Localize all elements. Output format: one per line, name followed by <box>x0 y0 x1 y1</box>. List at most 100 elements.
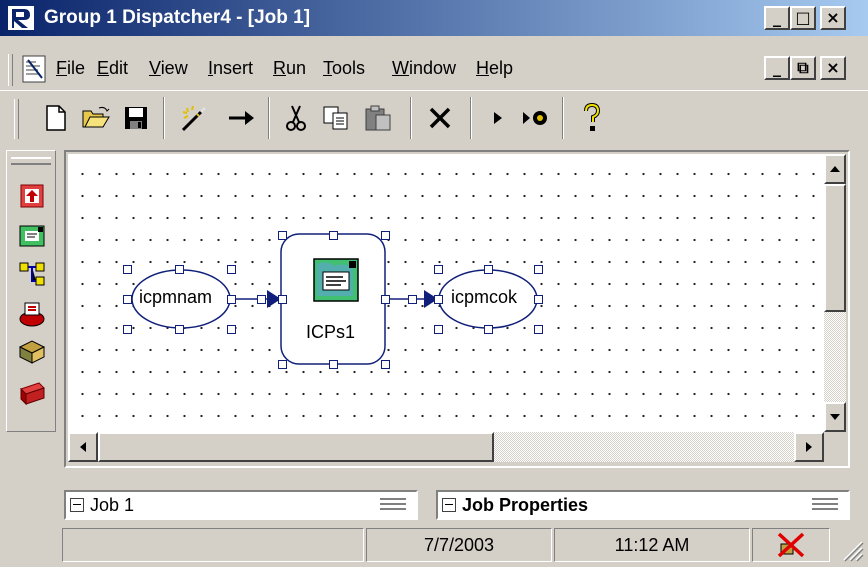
splitter-node-icon[interactable] <box>17 259 47 289</box>
selection-handle[interactable] <box>484 325 493 334</box>
paste-button[interactable] <box>360 101 396 135</box>
vertical-scroll-thumb[interactable] <box>824 184 846 312</box>
selection-handle[interactable] <box>434 325 443 334</box>
menu-edit[interactable]: Edit <box>97 58 128 79</box>
scroll-left-button[interactable] <box>68 432 98 462</box>
scroll-up-button[interactable] <box>824 154 846 184</box>
selection-handle[interactable] <box>278 231 287 240</box>
wizard-button[interactable] <box>176 101 212 135</box>
cut-button[interactable] <box>278 101 314 135</box>
resize-grip-icon[interactable] <box>840 538 864 562</box>
new-button[interactable] <box>38 101 74 135</box>
selection-handle[interactable] <box>175 325 184 334</box>
selection-handle[interactable] <box>408 295 417 304</box>
selection-handle[interactable] <box>123 295 132 304</box>
node-label-icps1[interactable]: ICPs1 <box>306 322 355 343</box>
arrow-right-icon <box>806 442 812 452</box>
selection-handle[interactable] <box>534 295 543 304</box>
selection-handle[interactable] <box>227 325 236 334</box>
minimize-button[interactable]: _ <box>764 6 790 30</box>
run-settings-button[interactable] <box>518 101 554 135</box>
close-icon: × <box>826 58 840 77</box>
selection-handle[interactable] <box>381 231 390 240</box>
selection-handle[interactable] <box>123 325 132 334</box>
selection-handle[interactable] <box>534 325 543 334</box>
help-button[interactable] <box>574 101 610 135</box>
app-logo-icon <box>8 6 34 30</box>
collapse-icon[interactable] <box>442 498 456 512</box>
copy-button[interactable] <box>318 101 354 135</box>
horizontal-scroll-thumb[interactable] <box>98 432 494 462</box>
maximize-icon: □ <box>795 8 811 27</box>
scroll-down-button[interactable] <box>824 402 846 432</box>
selection-handle[interactable] <box>227 265 236 274</box>
selection-handle[interactable] <box>381 360 390 369</box>
selection-handle[interactable] <box>257 295 266 304</box>
scroll-right-button[interactable] <box>794 432 824 462</box>
collapse-icon[interactable] <box>70 498 84 512</box>
mdi-restore-button[interactable]: ⧉ <box>790 56 816 80</box>
save-button[interactable] <box>118 101 154 135</box>
toolbar-grip[interactable] <box>14 99 19 139</box>
status-bar: 7/7/2003 11:12 AM <box>0 528 868 567</box>
maximize-button[interactable]: □ <box>790 6 816 30</box>
selection-handle[interactable] <box>175 265 184 274</box>
storage-node-icon[interactable] <box>17 337 47 367</box>
vertical-scrollbar[interactable] <box>824 154 846 432</box>
document-window-icon[interactable] <box>22 54 48 84</box>
menu-file[interactable]: File <box>56 58 85 79</box>
job-properties-panel[interactable]: Job Properties <box>436 490 850 520</box>
panel-grip-icon[interactable] <box>380 498 406 510</box>
menu-bar: File Edit View Insert Run Tools Window H… <box>0 50 868 90</box>
menu-window[interactable]: Window <box>392 58 456 79</box>
node-label-icpmnam[interactable]: icpmnam <box>139 287 212 308</box>
disconnected-icon <box>777 532 805 558</box>
cut-icon <box>286 105 306 131</box>
output-node-icon[interactable] <box>17 299 47 329</box>
selection-handle[interactable] <box>434 265 443 274</box>
node-label-icpmcok[interactable]: icpmcok <box>451 287 517 308</box>
job-tree-panel[interactable]: Job 1 <box>64 490 418 520</box>
menu-tools[interactable]: Tools <box>323 58 365 79</box>
panel-grip-icon[interactable] <box>812 498 838 510</box>
toolbar-separator <box>562 97 564 139</box>
run-button[interactable] <box>480 101 516 135</box>
menu-insert[interactable]: Insert <box>208 58 253 79</box>
selection-handle[interactable] <box>278 360 287 369</box>
arrow-up-icon <box>830 166 840 172</box>
toolbox-node-icon[interactable] <box>17 377 47 407</box>
selection-handle[interactable] <box>123 265 132 274</box>
connect-button[interactable] <box>224 101 260 135</box>
close-button[interactable]: × <box>820 6 846 30</box>
connect-arrow-icon <box>229 111 254 125</box>
open-button[interactable] <box>78 101 114 135</box>
diagram-view: icpmnam ICPs1 icpmcok <box>64 150 850 468</box>
job-properties-title: Job Properties <box>442 495 588 516</box>
menu-view[interactable]: View <box>149 58 188 79</box>
input-node-icon[interactable] <box>17 181 47 211</box>
mdi-minimize-button[interactable]: _ <box>764 56 790 80</box>
mdi-close-button[interactable]: × <box>820 56 846 80</box>
menu-run[interactable]: Run <box>273 58 306 79</box>
toolbar-separator <box>470 97 472 139</box>
selection-handle[interactable] <box>329 231 338 240</box>
selection-handle[interactable] <box>484 265 493 274</box>
status-connection[interactable] <box>752 528 830 562</box>
horizontal-scrollbar[interactable] <box>68 432 824 462</box>
menu-help[interactable]: Help <box>476 58 513 79</box>
icp-node-icon[interactable] <box>17 221 47 251</box>
palette-grip[interactable] <box>11 157 51 165</box>
selection-handle[interactable] <box>278 295 287 304</box>
selection-handle[interactable] <box>381 295 390 304</box>
selection-handle[interactable] <box>329 360 338 369</box>
main-toolbar <box>0 90 868 146</box>
selection-handle[interactable] <box>434 295 443 304</box>
job-tree-title: Job 1 <box>70 495 134 516</box>
menubar-grip[interactable] <box>8 54 13 86</box>
title-bar[interactable]: Group 1 Dispatcher4 - [Job 1] _ □ × <box>0 0 868 36</box>
diagram-canvas[interactable]: icpmnam ICPs1 icpmcok <box>68 154 824 432</box>
delete-button[interactable] <box>422 101 458 135</box>
icp-node-icon <box>313 258 359 302</box>
selection-handle[interactable] <box>534 265 543 274</box>
selection-handle[interactable] <box>227 295 236 304</box>
